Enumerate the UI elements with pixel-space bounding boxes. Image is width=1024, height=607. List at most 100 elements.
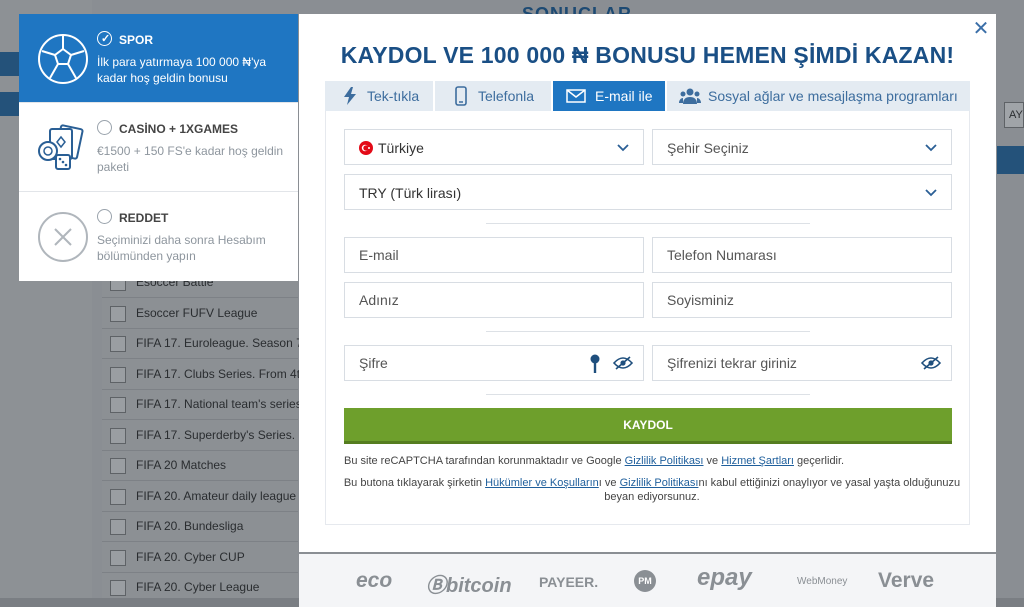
email-field[interactable] [344, 237, 644, 273]
modal-title: KAYDOL VE 100 000 ₦ BONUSU HEMEN ŞİMDİ K… [340, 42, 955, 68]
background-league-row: FIFA 17. National team's series [102, 390, 302, 420]
bonus-option-name: SPOR [119, 33, 154, 47]
password-input[interactable] [359, 355, 559, 371]
background-checkbox [110, 336, 126, 352]
background-checkbox [110, 366, 126, 383]
background-league-name: FIFA 20. Amateur daily league [136, 488, 297, 503]
bonus-option-desc: Seçiminizi daha sonra Hesabım bölümünden… [97, 233, 266, 263]
tab-label: Telefonla [478, 88, 535, 104]
background-league-name: FIFA 17. Euroleague. Season 7 [136, 336, 303, 350]
tab-label: Tek-tıkla [367, 88, 420, 104]
eye-hidden-icon[interactable] [613, 356, 633, 370]
background-league-row: FIFA 17. Clubs Series. From 4t [102, 360, 301, 390]
consent-text: Bu butona tıklayarak şirketin [343, 477, 486, 489]
city-select[interactable]: Şehir Seçiniz [652, 129, 952, 165]
payment-logo-eco: eco [356, 569, 393, 592]
background-checkbox [110, 305, 126, 322]
background-checkbox [110, 427, 126, 444]
payment-logo-bitcoin-text: bitcoin [446, 575, 512, 597]
consent-notice: Bu butona tıklayarak şirketin Hükümler v… [342, 476, 962, 504]
phone-icon [455, 86, 467, 106]
background-league-row: FIFA 17. Euroleague. Season 7 [102, 329, 303, 359]
background-checkbox [110, 580, 126, 596]
background-league-name: FIFA 20. Cyber CUP [136, 549, 245, 564]
tab-social[interactable]: Sosyal ağlar ve mesajlaşma programları [667, 81, 970, 111]
consent-text: ı ve [598, 477, 620, 489]
bonus-option-desc: €1500 + 150 FS'e kadar hoş geldin paketi [97, 144, 284, 174]
surname-input[interactable] [667, 292, 887, 308]
background-checkbox [110, 549, 126, 566]
tab-phone[interactable]: Telefonla [435, 81, 551, 111]
surname-field[interactable] [652, 282, 952, 318]
key-icon[interactable] [589, 354, 601, 374]
chevron-down-icon [617, 144, 629, 152]
register-button[interactable]: KAYDOL [344, 408, 952, 444]
lightning-icon [344, 87, 356, 105]
bonus-radio-checked[interactable]: ✓ [97, 31, 112, 46]
divider [486, 223, 810, 224]
terms-of-service-link[interactable]: Hizmet Şartları [721, 455, 794, 467]
background-league-name: FIFA 17. National team's series [136, 397, 302, 411]
password-field[interactable] [344, 345, 644, 381]
email-input[interactable] [359, 247, 579, 263]
turkey-flag-icon [359, 141, 373, 155]
payment-logo-epay: epay [697, 564, 752, 591]
password-repeat-input[interactable] [667, 355, 907, 371]
background-league-row: FIFA 20. Amateur daily league [102, 482, 298, 512]
background-league-row: FIFA 20 Matches [102, 451, 298, 481]
country-select[interactable]: Türkiye [344, 129, 644, 165]
check-icon: ✓ [101, 33, 111, 45]
bonus-option-sport[interactable]: ✓ SPOR İlk para yatırmaya 100 000 ₦'ya k… [19, 14, 298, 103]
payment-methods-bar: eco Ⓑbitcoin PAYEER. PM epay WebMoney Ve… [299, 554, 996, 607]
password-repeat-field[interactable] [652, 345, 952, 381]
casino-cards-dice-icon [38, 124, 84, 170]
background-league-name: FIFA 17. Superderby's Series. F [136, 427, 306, 442]
bonus-option-casino[interactable]: CASİNO + 1XGAMES €1500 + 150 FS'e kadar … [19, 103, 298, 192]
background-league-row: FIFA 17. Superderby's Series. F [102, 421, 306, 451]
name-input[interactable] [359, 292, 579, 308]
background-league-row: FIFA 20. Cyber CUP [102, 543, 298, 573]
background-league-row: Esoccer FUFV League [102, 299, 298, 329]
name-field[interactable] [344, 282, 644, 318]
bitcoin-icon: Ⓑ [426, 575, 446, 597]
payment-logo-payeer: PAYEER. [539, 574, 599, 590]
phone-input[interactable] [667, 247, 887, 263]
currency-select[interactable]: TRY (Türk lirası) [344, 174, 952, 210]
privacy-policy-link[interactable]: Gizlilik Politikası [625, 455, 704, 467]
background-right-strip [997, 146, 1024, 174]
background-right-box: AY [1004, 102, 1024, 128]
tab-one-click[interactable]: Tek-tıkla [325, 81, 433, 111]
registration-tabs: Tek-tıkla Telefonla E-mail ile Sosyal ağ… [325, 81, 970, 111]
background-league-name: Esoccer FUFV League [136, 305, 258, 320]
close-icon[interactable]: ✕ [971, 19, 991, 39]
bonus-option-desc: İlk para yatırmaya 100 000 ₦'ya kadar ho… [97, 55, 267, 85]
background-league-name: FIFA 20. Bundesliga [136, 519, 244, 533]
terms-conditions-link[interactable]: Hükümler ve Koşulların [485, 477, 599, 489]
users-icon [679, 88, 701, 104]
background-league-name: FIFA 17. Clubs Series. From 4t [136, 366, 301, 381]
background-league-name: FIFA 20. Cyber League [136, 580, 260, 594]
bonus-option-name: REDDET [119, 211, 169, 225]
currency-value: TRY (Türk lirası) [359, 185, 462, 201]
envelope-icon [566, 89, 586, 103]
divider [486, 394, 810, 395]
bonus-option-name: CASİNO + 1XGAMES [119, 122, 239, 136]
background-checkbox [110, 397, 126, 413]
tab-label: E-mail ile [595, 88, 653, 104]
recaptcha-text: ve [703, 455, 722, 467]
background-checkbox [110, 488, 126, 505]
recaptcha-text: geçerlidir. [793, 455, 845, 467]
city-placeholder: Şehir Seçiniz [667, 140, 749, 156]
bonus-radio[interactable] [97, 209, 112, 224]
tab-email[interactable]: E-mail ile [553, 81, 665, 111]
bonus-radio[interactable] [97, 120, 112, 135]
recaptcha-text: Bu site reCAPTCHA tarafından korunmaktad… [344, 455, 625, 467]
background-league-list: Esoccer Battle Esoccer FUFV League FIFA 17… [102, 268, 306, 607]
bonus-option-decline[interactable]: REDDET Seçiminizi daha sonra Hesabım böl… [19, 192, 298, 281]
decline-x-icon [38, 212, 88, 262]
background-league-row: FIFA 20. Bundesliga [102, 512, 298, 542]
privacy-policy-link[interactable]: Gizlilik Politikası [620, 477, 699, 489]
phone-field[interactable] [652, 237, 952, 273]
chevron-down-icon [925, 144, 937, 152]
eye-hidden-icon[interactable] [921, 356, 941, 370]
